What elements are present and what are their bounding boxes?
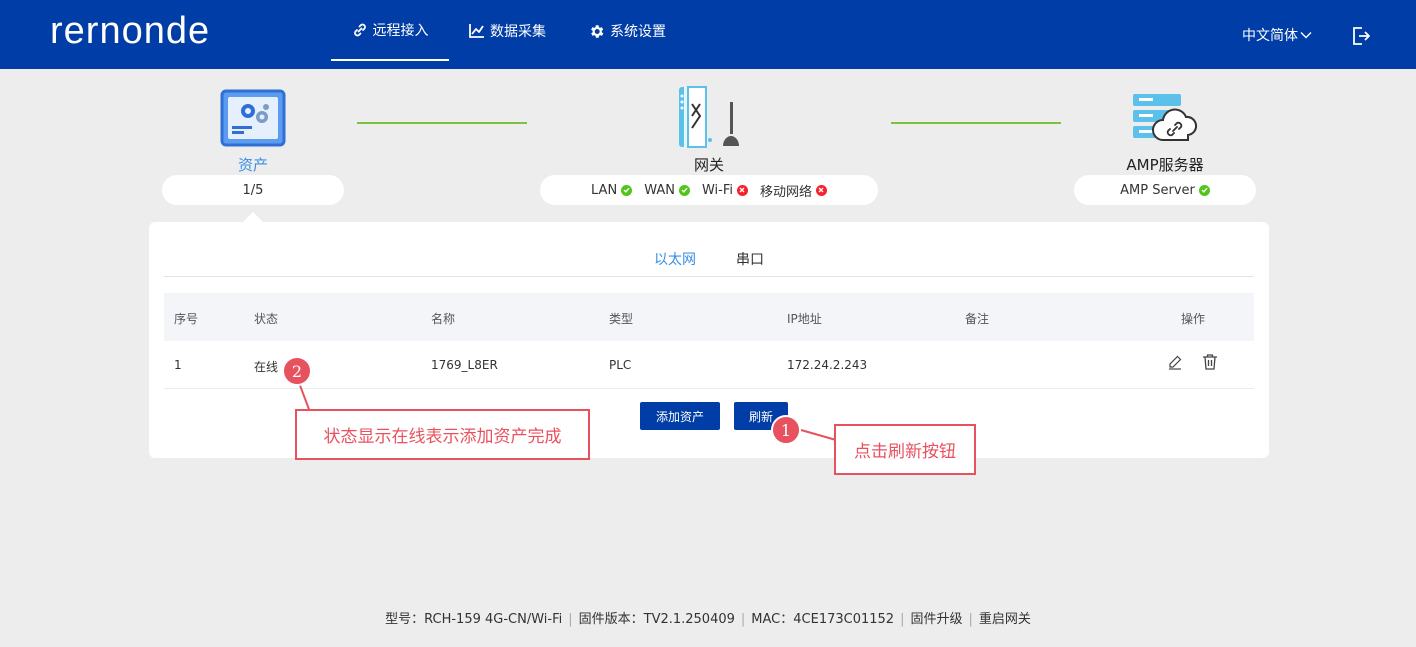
firmware-upgrade-link[interactable]: 固件升级	[910, 612, 962, 627]
annotation-badge-1: 1	[771, 415, 801, 445]
annotation-callout-2: 状态显示在线表示添加资产完成	[295, 409, 590, 460]
device-model: 型号：RCH-159 4G-CN/Wi-Fi	[385, 612, 563, 627]
mac-address: MAC：4CE173C01152	[751, 612, 895, 627]
reboot-gateway-link[interactable]: 重启网关	[979, 612, 1031, 627]
footer-info: 型号：RCH-159 4G-CN/Wi-Fi | 固件版本：TV2.1.250409…	[385, 612, 1031, 627]
annotation-badge-2: 2	[282, 356, 312, 386]
annotation-callout-1: 点击刷新按钮	[834, 424, 976, 475]
firmware-version: 固件版本：TV2.1.250409	[578, 612, 735, 627]
annotation-leader-lines	[297, 379, 837, 441]
